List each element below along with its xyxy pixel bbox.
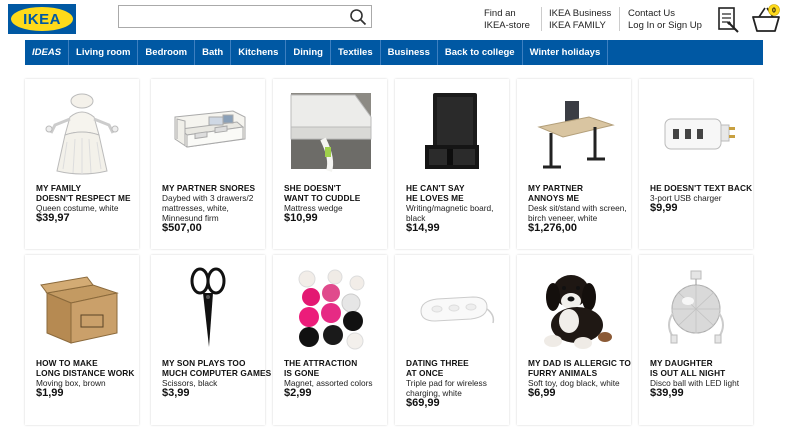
product-card[interactable]: MY SON PLAYS TOO MUCH COMPUTER GAMES Sci… [151,255,271,425]
product-title: HE DOESN'T TEXT BACK [650,183,753,193]
product-price: $6,99 [528,387,556,399]
product-desc: Daybed with 3 drawers/2 mattresses, whit… [162,193,254,223]
nav-item-textiles[interactable]: Textiles [331,40,381,65]
product-price: $10,99 [284,212,318,224]
nav-item-dining[interactable]: Dining [286,40,331,65]
main-nav: IDEAS Living room Bedroom Bath Kitchens … [25,40,763,65]
login-signup-link[interactable]: Log In or Sign Up [628,20,702,32]
search-input[interactable] [119,6,339,27]
disco-ball-icon [668,270,724,344]
ikea-logo[interactable]: IKEA [8,4,76,34]
product-title: MY PARTNER SNORES [162,183,256,193]
nav-item-back-to-college[interactable]: Back to college [438,40,523,65]
find-store-line1: Find an [484,8,516,19]
product-price: $14,99 [406,222,440,234]
cart-icon[interactable]: 0 [750,4,782,34]
search-box[interactable] [118,5,372,28]
logo-oval: IKEA [11,7,73,31]
logo-text: IKEA [23,10,61,28]
cart-count: 0 [772,8,776,15]
product-price: $69,99 [406,397,440,409]
product-card[interactable]: HE DOESN'T TEXT BACK 3-port USB charger … [639,79,753,249]
shopping-list-icon[interactable] [716,6,742,34]
charging-pad-icon [420,296,495,324]
product-desc: Triple pad for wireless charging, white [406,378,487,398]
nav-item-business[interactable]: Business [381,40,438,65]
product-card[interactable]: MY FAMILY DOESN'T RESPECT ME Queen costu… [25,79,139,249]
product-card[interactable]: MY PARTNER SNORES Daybed with 3 drawers/… [151,79,265,249]
product-card[interactable]: HE CAN'T SAY HE LOVES ME Writing/magneti… [395,79,509,249]
desk-icon [537,101,615,169]
magnets-icon [298,269,365,350]
product-title: MY DAD IS ALLERGIC TO FURRY ANIMALS [528,358,631,378]
product-price: $1,99 [36,387,64,399]
product-title: HE CAN'T SAY HE LOVES ME [406,183,465,203]
moving-box-icon [40,276,119,344]
scissors-icon [190,267,226,347]
product-title: MY PARTNER ANNOYS ME [528,183,584,203]
search-icon[interactable] [349,8,367,26]
find-store-link[interactable]: Find an IKEA-store [484,8,530,32]
product-title: MY SON PLAYS TOO MUCH COMPUTER GAMES [162,358,272,378]
product-price: $39,99 [650,387,684,399]
product-title: HOW TO MAKE LONG DISTANCE WORK [36,358,135,378]
product-card[interactable]: MY DAD IS ALLERGIC TO FURRY ANIMALS Soft… [517,255,631,425]
nav-item-ideas[interactable]: IDEAS [25,40,70,65]
product-card[interactable]: DATING THREE AT ONCE Triple pad for wire… [395,255,509,425]
product-title: SHE DOESN'T WANT TO CUDDLE [284,183,361,203]
product-title: THE ATTRACTION IS GONE [284,358,358,378]
product-title: DATING THREE AT ONCE [406,358,469,378]
product-price: $3,99 [162,387,190,399]
site-header: IKEA Find an IKEA-store IKEA Business IK… [0,0,800,40]
account-links[interactable]: Contact Us Log In or Sign Up [628,8,702,32]
product-card[interactable]: MY DAUGHTER IS OUT ALL NIGHT Disco ball … [639,255,753,425]
business-family-links[interactable]: IKEA Business IKEA FAMILY [549,8,611,32]
find-store-line2: IKEA-store [484,20,530,31]
product-price: $2,99 [284,387,312,399]
daybed-icon [174,110,246,148]
product-title: MY DAUGHTER IS OUT ALL NIGHT [650,358,726,378]
ikea-business-link[interactable]: IKEA Business [549,8,611,20]
product-card[interactable]: MY PARTNER ANNOYS ME Desk sit/stand with… [517,79,631,249]
contact-us-link[interactable]: Contact Us [628,8,702,20]
product-price: $9,99 [650,202,678,214]
product-title: MY FAMILY DOESN'T RESPECT ME [36,183,131,203]
product-card[interactable]: THE ATTRACTION IS GONE Magnet, assorted … [273,255,387,425]
usb-charger-icon [664,118,735,150]
nav-item-bedroom[interactable]: Bedroom [138,40,196,65]
mattress-wedge-icon [290,93,372,172]
product-price: $507,00 [162,222,202,234]
header-divider [619,7,620,31]
ikea-family-link[interactable]: IKEA FAMILY [549,20,611,32]
product-card[interactable]: SHE DOESN'T WANT TO CUDDLE Mattress wedg… [273,79,387,249]
nav-item-winter-holidays[interactable]: Winter holidays [523,40,609,65]
nav-item-living-room[interactable]: Living room [69,40,139,65]
product-price: $1,276,00 [528,222,577,234]
nav-item-kitchens[interactable]: Kitchens [231,40,287,65]
product-desc: Desk sit/stand with screen, birch veneer… [528,203,627,223]
product-desc: Writing/magnetic board, black [406,203,494,223]
board-icon [425,93,479,169]
product-price: $39,97 [36,212,70,224]
product-card[interactable]: HOW TO MAKE LONG DISTANCE WORK Moving bo… [25,255,139,425]
header-divider [541,7,542,31]
nav-item-bath[interactable]: Bath [195,40,232,65]
costume-icon [45,93,119,175]
toy-dog-icon [544,275,612,349]
